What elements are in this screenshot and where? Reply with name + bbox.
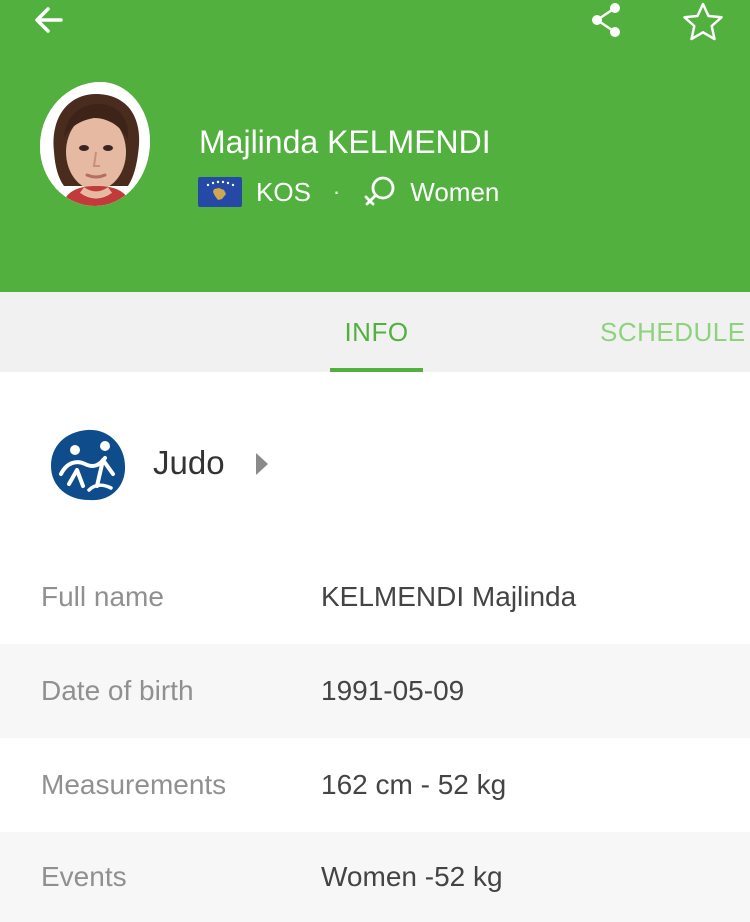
gender-label: Women xyxy=(410,176,500,207)
detail-row-date-of-birth: Date of birth 1991-05-09 xyxy=(0,644,750,738)
detail-label: Date of birth xyxy=(41,675,194,706)
tab-bar: INFO SCHEDULE xyxy=(0,292,750,372)
kosovo-flag-icon xyxy=(198,177,242,207)
sport-link[interactable]: Judo xyxy=(0,372,750,550)
tab-info[interactable]: INFO xyxy=(330,292,423,372)
athlete-photo xyxy=(40,82,150,206)
athlete-header: Majlinda KELMENDI KOS · Women xyxy=(0,0,750,292)
detail-value: KELMENDI Majlinda xyxy=(321,581,577,612)
share-icon xyxy=(592,3,620,37)
detail-value: 162 cm - 52 kg xyxy=(321,769,507,800)
back-button[interactable] xyxy=(22,0,76,40)
tab-schedule[interactable]: SCHEDULE xyxy=(600,292,746,372)
detail-row-full-name: Full name KELMENDI Majlinda xyxy=(0,550,750,644)
favorite-button[interactable] xyxy=(676,0,730,44)
meta-separator: · xyxy=(332,179,341,204)
athlete-avatar xyxy=(40,82,150,206)
detail-value: Women -52 kg xyxy=(321,861,503,892)
star-outline-icon xyxy=(683,2,723,41)
sport-name: Judo xyxy=(153,444,225,481)
detail-row-events: Events Women -52 kg xyxy=(0,832,750,922)
arrow-left-icon xyxy=(35,7,63,33)
country-code: KOS xyxy=(256,176,311,207)
share-button[interactable] xyxy=(582,0,630,40)
detail-label: Measurements xyxy=(41,769,227,800)
detail-value: 1991-05-09 xyxy=(321,675,465,706)
athlete-meta: KOS · Women xyxy=(198,174,499,210)
athlete-name: Majlinda KELMENDI xyxy=(199,124,491,160)
detail-label: Events xyxy=(41,861,127,892)
female-symbol-icon xyxy=(364,176,395,206)
detail-row-measurements: Measurements 162 cm - 52 kg xyxy=(0,738,750,832)
chevron-right-icon xyxy=(256,453,268,475)
detail-label: Full name xyxy=(41,581,164,612)
judo-pictogram-icon xyxy=(51,429,126,501)
